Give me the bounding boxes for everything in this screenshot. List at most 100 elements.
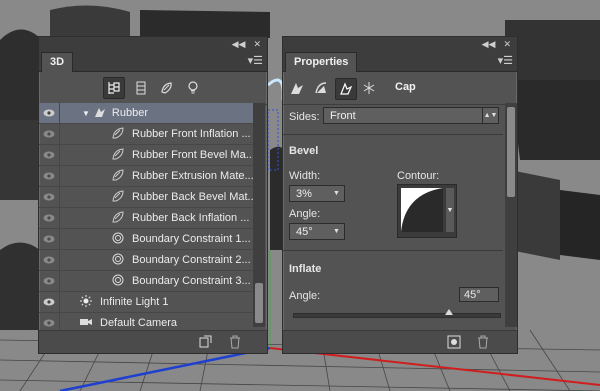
layer-list-scrollbar[interactable] [253,103,265,327]
chevron-up-down-icon: ▲▼ [482,108,498,123]
visibility-eye-icon[interactable] [39,292,60,312]
layer-label: Infinite Light 1 [100,296,169,308]
tab-properties[interactable]: Properties [285,52,358,72]
material-icon [112,210,124,226]
inflate-title: Inflate [289,263,322,275]
scrollbar-thumb[interactable] [507,107,515,197]
sun-light-icon [80,294,92,310]
angle-label: Angle: [289,208,321,220]
material-icon [112,147,124,163]
layer-row-rubber[interactable]: ▼ Rubber [39,103,265,124]
render-icon[interactable] [447,335,461,352]
whole-scene-icon[interactable] [103,77,125,99]
meshes-icon[interactable] [131,78,151,98]
layer-label: Boundary Constraint 1... [132,233,251,245]
layer-row-material[interactable]: Rubber Front Bevel Ma... [39,145,265,166]
bevel-title: Bevel [289,145,319,157]
divider [283,250,503,251]
layer-row-constraint[interactable]: Boundary Constraint 3... [39,271,265,292]
angle-value: 45° [296,226,313,238]
panel-3d-chrome: ◀◀ ✕ [39,37,267,51]
layer-label: Rubber Back Bevel Mat... [132,191,257,203]
layer-row-material[interactable]: Rubber Back Bevel Mat... [39,187,265,208]
layer-list: ▼ Rubber Rubber Front Inflation ... Rubb… [39,103,265,359]
mesh-mode-icon[interactable] [287,78,307,98]
chevron-down-icon: ▼ [333,228,340,235]
scrollbar-thumb[interactable] [255,283,263,323]
panel-3d: ◀◀ ✕ 3D ▾☰ ▼ Rubber Rubber Front Inflati [38,36,268,354]
trash-icon[interactable] [229,335,241,352]
layer-row-material[interactable]: Rubber Front Inflation ... [39,124,265,145]
expand-triangle-icon[interactable]: ▼ [82,109,90,118]
visibility-eye-icon[interactable] [39,145,60,165]
chevron-down-icon: ▼ [446,188,454,232]
lights-icon[interactable] [183,78,203,98]
width-label: Width: [289,170,321,182]
panel-properties-footer [283,330,517,353]
properties-scrollbar[interactable] [505,103,517,327]
inflate-angle-value: 45° [464,289,481,301]
collapse-panel-icon[interactable]: ◀◀ [482,39,496,50]
width-field[interactable]: 3% ▼ [289,185,345,202]
layer-label: Rubber Front Bevel Ma... [132,149,255,161]
sides-value: Front [330,110,356,122]
contour-picker[interactable]: ▼ [397,184,457,238]
slider-thumb[interactable] [444,309,453,315]
visibility-eye-icon[interactable] [39,208,60,228]
visibility-eye-icon[interactable] [39,124,60,144]
visibility-eye-icon[interactable] [39,250,60,270]
sides-dropdown[interactable]: Front ▲▼ [323,107,499,124]
filter-toolbar [39,72,267,105]
new-object-icon[interactable] [199,335,213,352]
inflate-angle-label: Angle: [289,290,321,302]
visibility-eye-icon[interactable] [39,103,60,123]
materials-icon[interactable] [157,78,177,98]
sides-label: Sides: [289,111,320,123]
panel-properties: ◀◀ ✕ Properties ▾☰ Cap Sides: Front ▲▼ B… [282,36,518,354]
contour-label: Contour: [397,170,440,182]
layer-row-constraint[interactable]: Boundary Constraint 2... [39,250,265,271]
layer-row-light[interactable]: Infinite Light 1 [39,292,265,313]
material-icon [112,189,124,205]
layer-label: Rubber Extrusion Mate... [132,170,254,182]
chevron-down-icon: ▼ [333,190,340,197]
layer-label: Rubber Front Inflation ... [132,128,251,140]
section-title: Cap [395,81,416,93]
visibility-eye-icon[interactable] [39,166,60,186]
close-panel-icon[interactable]: ✕ [503,39,511,50]
width-value: 3% [296,188,312,200]
visibility-eye-icon[interactable] [39,187,60,207]
properties-mode-bar: Cap [283,72,517,105]
inflate-angle-slider[interactable] [293,309,501,318]
mesh-icon [94,106,106,121]
panel-3d-footer [39,330,267,353]
layer-label: Default Camera [100,317,178,329]
trash-icon[interactable] [477,335,489,352]
panel-properties-chrome: ◀◀ ✕ [283,37,517,51]
constraint-icon [112,232,124,247]
close-panel-icon[interactable]: ✕ [253,39,261,50]
layer-row-material[interactable]: Rubber Extrusion Mate... [39,166,265,187]
collapse-panel-icon[interactable]: ◀◀ [232,39,246,50]
divider [283,134,503,135]
inflate-angle-input[interactable]: 45° [459,287,499,302]
panel-properties-tabbar: Properties ▾☰ [283,51,517,72]
contour-preview [401,188,443,232]
cap-mode-icon[interactable] [335,78,357,100]
panel-menu-icon[interactable]: ▾☰ [498,54,513,67]
coordinates-mode-icon[interactable] [359,78,379,98]
layer-label: Boundary Constraint 3... [132,275,251,287]
angle-field[interactable]: 45° ▼ [289,223,345,240]
tab-3d[interactable]: 3D [41,52,74,72]
visibility-eye-icon[interactable] [39,271,60,291]
panel-menu-icon[interactable]: ▾☰ [248,54,263,67]
layer-label: Rubber Back Inflation ... [132,212,250,224]
layer-label: Boundary Constraint 2... [132,254,251,266]
layer-row-material[interactable]: Rubber Back Inflation ... [39,208,265,229]
constraint-icon [112,253,124,268]
visibility-eye-icon[interactable] [39,229,60,249]
panel-3d-tabbar: 3D ▾☰ [39,51,267,72]
layer-row-constraint[interactable]: Boundary Constraint 1... [39,229,265,250]
deform-mode-icon[interactable] [311,78,331,98]
material-icon [112,168,124,184]
